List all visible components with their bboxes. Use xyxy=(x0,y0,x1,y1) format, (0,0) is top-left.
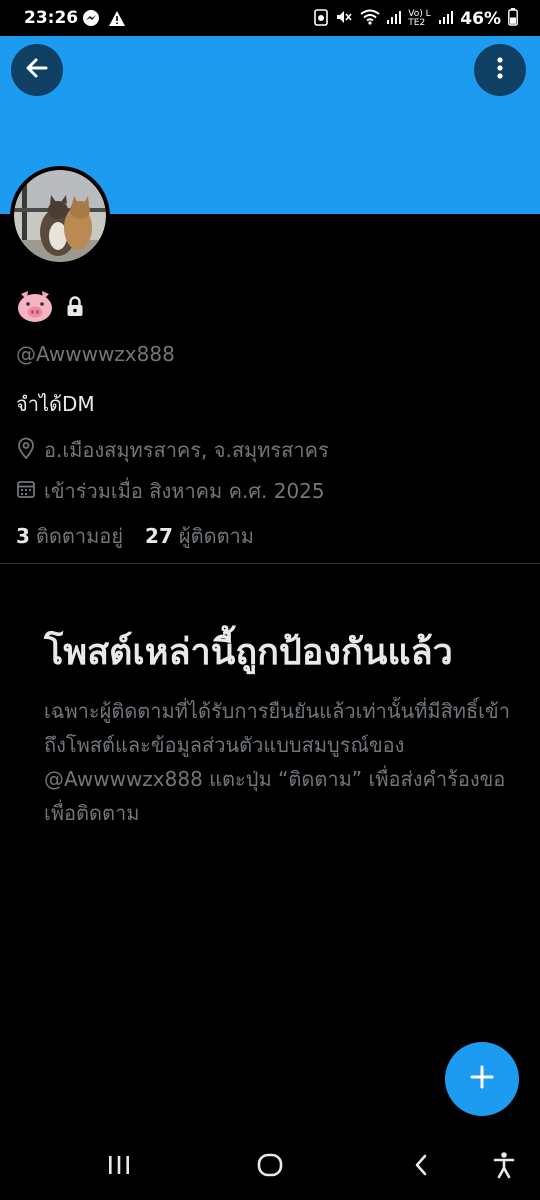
followers-label: ผู้ติดตาม xyxy=(178,524,254,548)
recent-apps-icon xyxy=(107,1154,131,1180)
protected-title: โพสต์เหล่านี้ถูกป้องกันแล้ว xyxy=(44,632,453,673)
divider xyxy=(0,563,540,564)
avatar-cat-photo xyxy=(14,170,106,262)
warning-icon xyxy=(108,10,126,32)
mute-icon xyxy=(335,8,353,30)
home-button[interactable] xyxy=(248,1149,292,1185)
profile-joined: เข้าร่วมเมื่อ สิงหาคม ค.ศ. 2025 xyxy=(16,475,325,507)
messenger-icon xyxy=(82,9,100,32)
pig-face-icon xyxy=(16,288,54,324)
arrow-left-icon xyxy=(24,55,50,85)
wifi-icon xyxy=(360,9,380,29)
followers-link[interactable]: 27 ผู้ติดตาม xyxy=(145,520,254,552)
back-nav-button[interactable] xyxy=(399,1149,443,1185)
battery-level: 46% xyxy=(460,9,501,29)
location-text: อ.เมืองสมุทรสาคร, จ.สมุทรสาคร xyxy=(44,438,329,462)
following-label: ติดตามอยู่ xyxy=(35,524,124,548)
plus-icon xyxy=(469,1064,495,1094)
recent-apps-button[interactable] xyxy=(97,1149,141,1185)
following-count: 3 xyxy=(16,524,30,548)
compose-button[interactable] xyxy=(445,1042,519,1116)
signal-icon xyxy=(387,10,402,28)
back-button[interactable] xyxy=(11,44,63,96)
profile-location: อ.เมืองสมุทรสาคร, จ.สมุทรสาคร xyxy=(16,434,329,466)
profile-name-row xyxy=(16,288,86,324)
battery-icon xyxy=(508,8,518,30)
calendar-icon xyxy=(16,479,36,504)
follow-stats: 3 ติดตามอยู่ 27 ผู้ติดตาม xyxy=(16,520,254,552)
profile-handle: @Awwwwzx888 xyxy=(16,342,175,366)
data-saver-icon xyxy=(314,8,329,30)
more-vertical-icon xyxy=(496,56,504,84)
chevron-left-icon xyxy=(413,1153,429,1181)
accessibility-button[interactable] xyxy=(482,1149,526,1185)
signal-icon-2 xyxy=(439,10,454,28)
protected-description: เฉพาะผู้ติดตามที่ได้รับการยืนยันแล้วเท่า… xyxy=(44,699,510,825)
more-options-button[interactable] xyxy=(474,44,526,96)
lock-icon xyxy=(64,295,86,317)
home-icon xyxy=(257,1153,283,1181)
status-bar: 23:26 Vo) LTE2 46% xyxy=(0,0,540,36)
avatar[interactable] xyxy=(10,166,110,266)
joined-text: เข้าร่วมเมื่อ สิงหาคม ค.ศ. 2025 xyxy=(44,479,325,503)
profile-bio: จำได้DM xyxy=(16,392,95,416)
system-navigation-bar xyxy=(0,1135,540,1200)
status-time: 23:26 xyxy=(24,8,79,28)
location-pin-icon xyxy=(16,437,36,464)
following-link[interactable]: 3 ติดตามอยู่ xyxy=(16,520,123,552)
network-type-label: Vo) LTE2 xyxy=(408,9,431,28)
followers-count: 27 xyxy=(145,524,173,548)
accessibility-icon xyxy=(492,1151,516,1183)
